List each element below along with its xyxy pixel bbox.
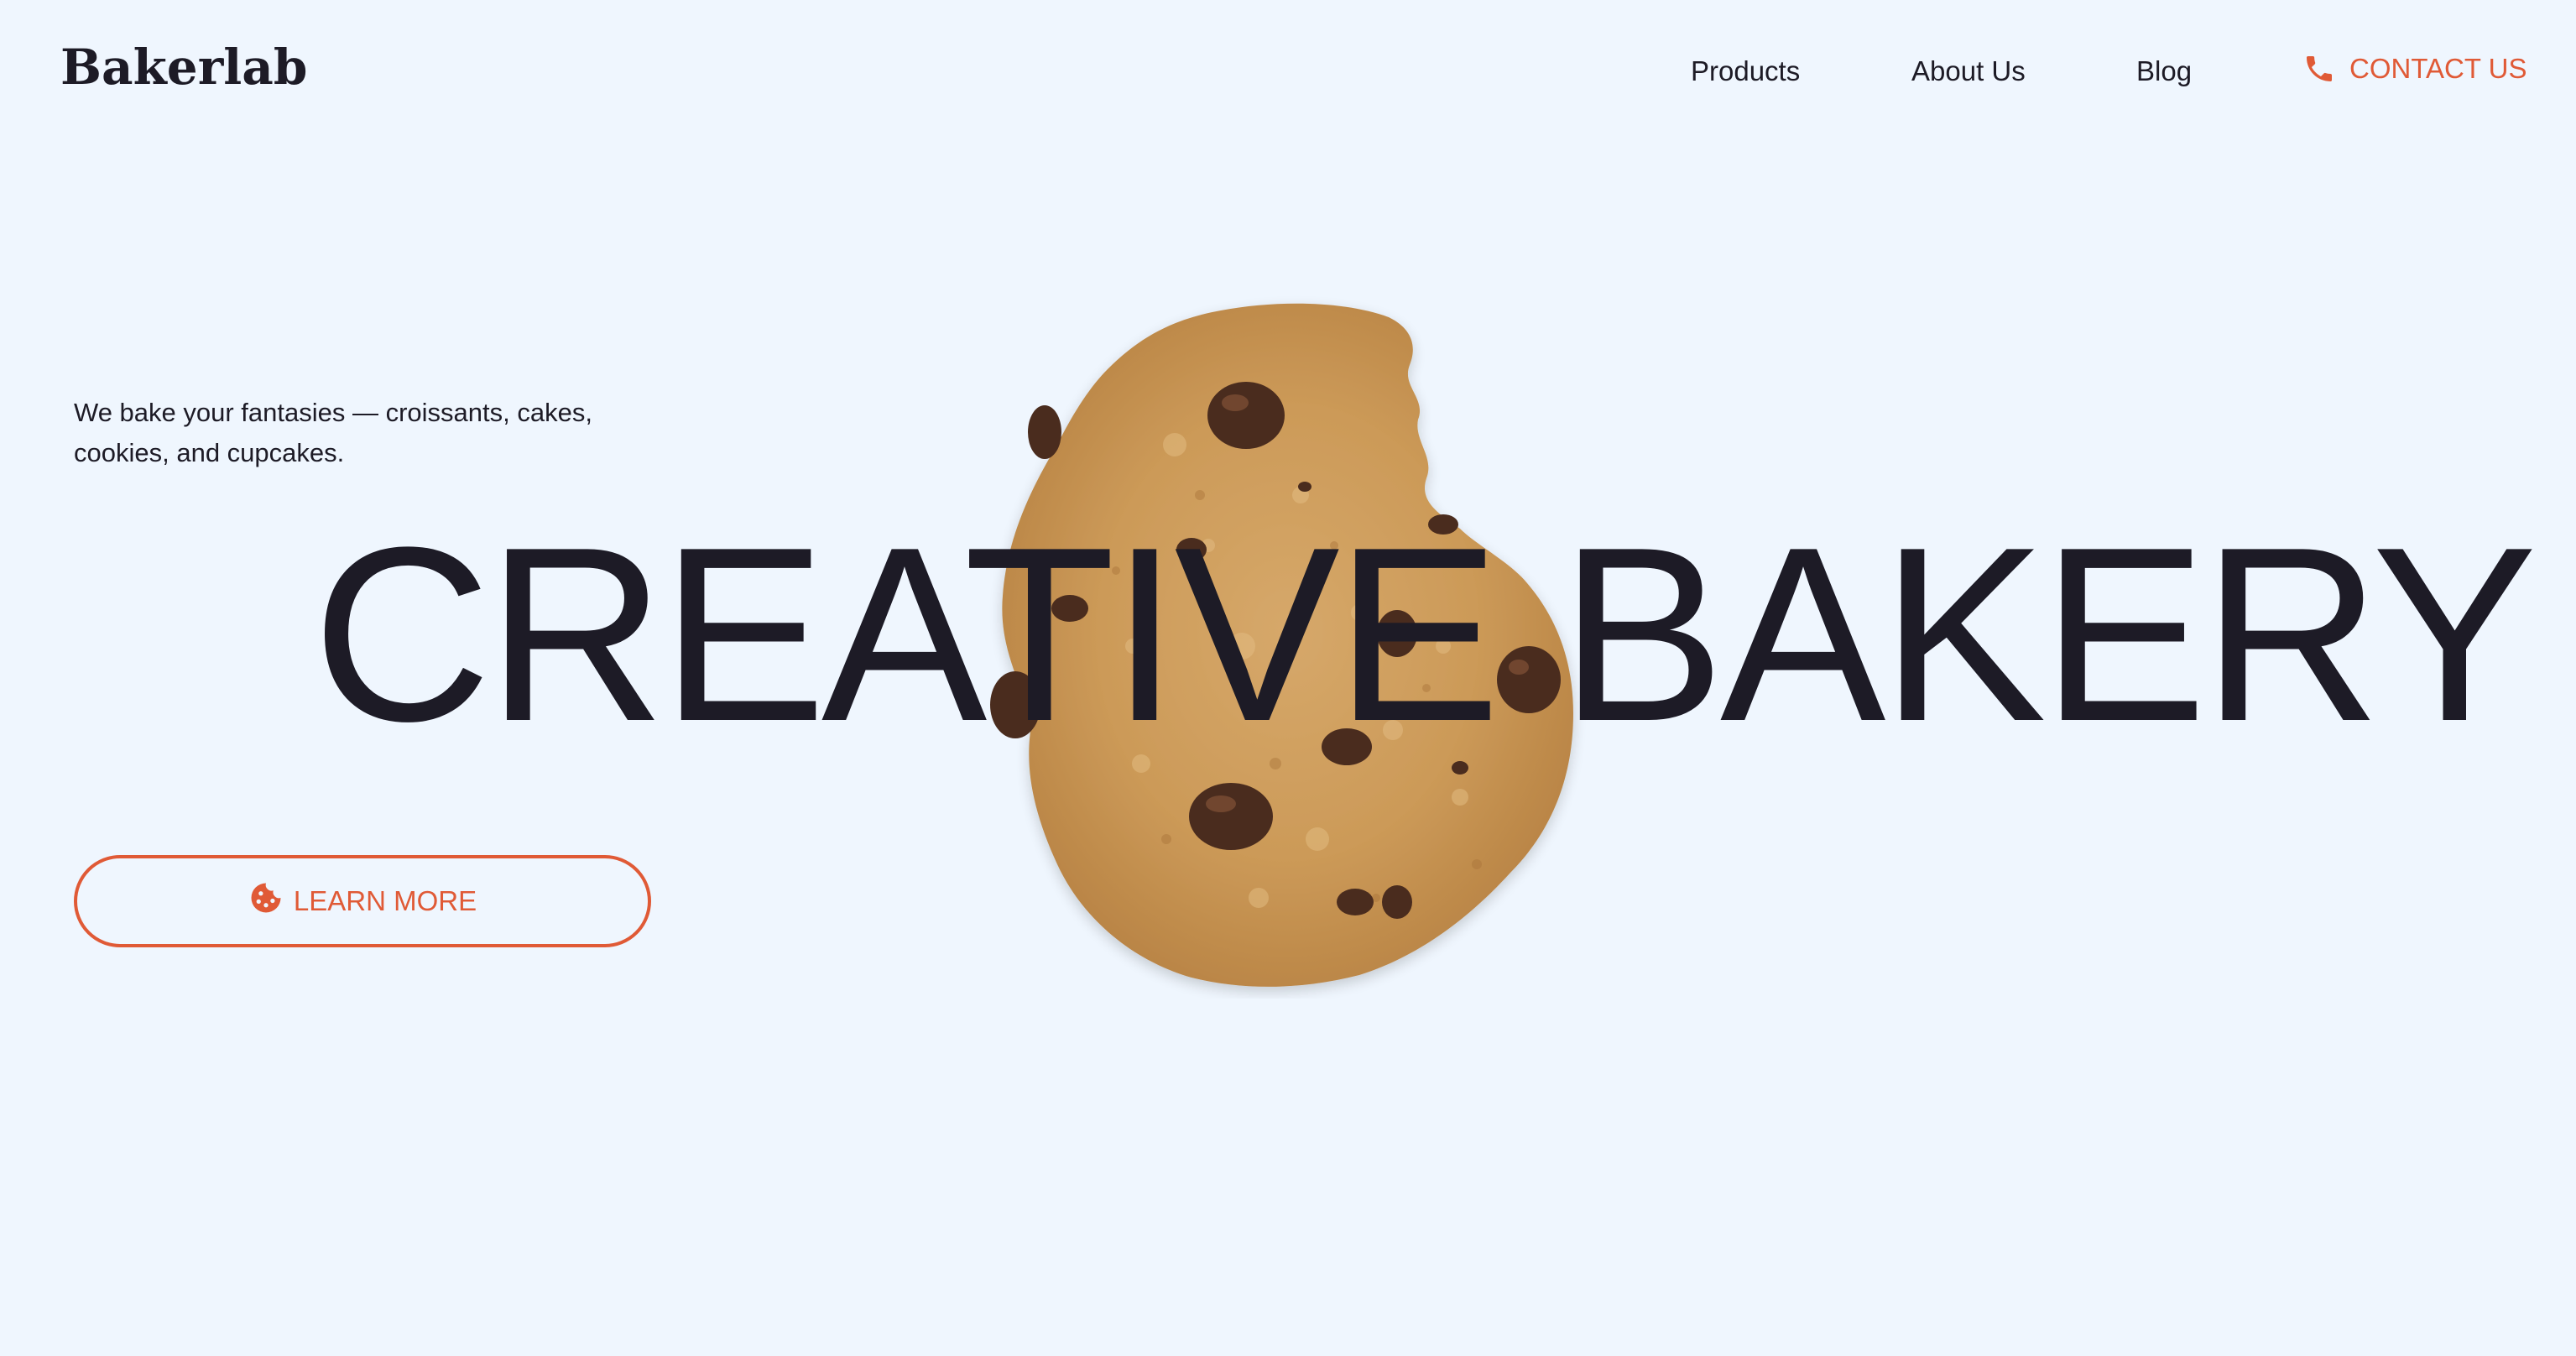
nav-products-link[interactable]: Products bbox=[1691, 55, 1800, 87]
learn-more-label: LEARN MORE bbox=[293, 885, 477, 916]
contact-us-label: CONTACT US bbox=[2349, 53, 2527, 84]
learn-more-button[interactable]: LEARN MORE bbox=[74, 855, 651, 947]
hero-tagline: We bake your fantasies — croissants, cak… bbox=[74, 398, 592, 467]
nav-blog-link[interactable]: Blog bbox=[2136, 55, 2192, 87]
contact-us-link[interactable]: CONTACT US bbox=[2302, 52, 2526, 86]
cookie-icon bbox=[248, 880, 284, 922]
nav-about-link[interactable]: About Us bbox=[1911, 55, 2026, 87]
hero-headline: CREATIVE BAKERY bbox=[312, 495, 2537, 773]
logo[interactable]: Bakerlab bbox=[60, 39, 307, 96]
phone-icon bbox=[2302, 52, 2336, 86]
